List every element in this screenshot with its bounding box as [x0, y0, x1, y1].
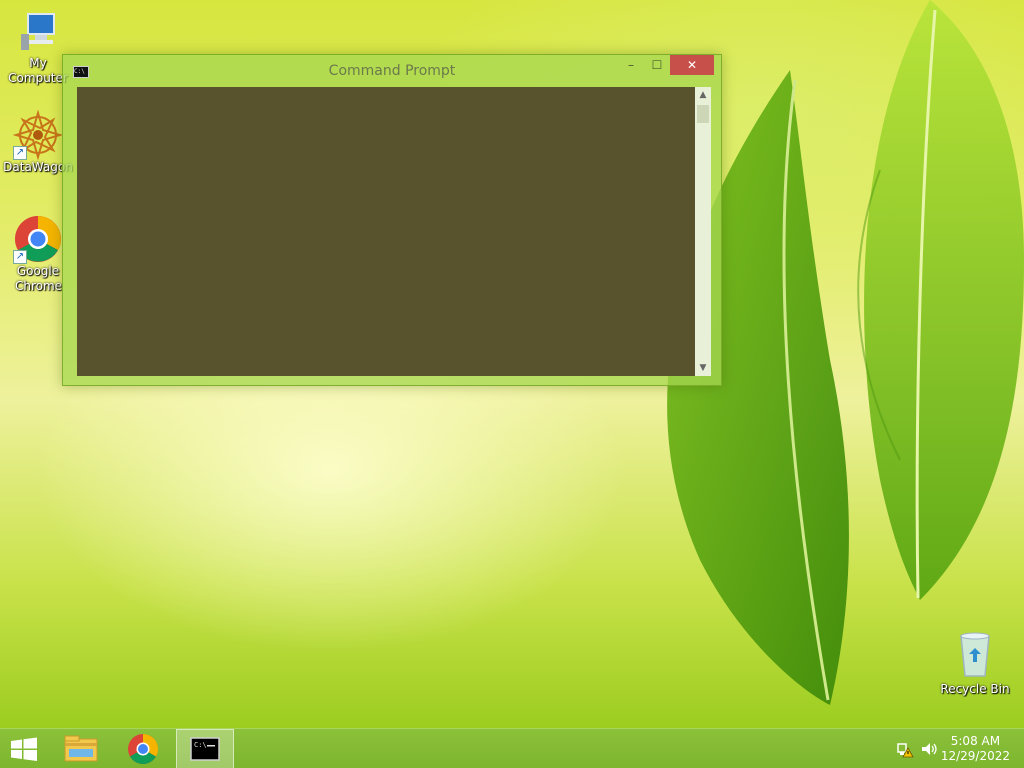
- close-button[interactable]: ✕: [670, 55, 714, 75]
- command-prompt-window[interactable]: C:\ Command Prompt – ☐ ✕ ▲ ▼: [62, 54, 722, 386]
- scroll-up-icon[interactable]: ▲: [695, 87, 711, 103]
- svg-text:C:\: C:\: [194, 741, 207, 749]
- volume-icon[interactable]: [920, 740, 938, 758]
- network-warning-icon[interactable]: [896, 740, 914, 758]
- taskbar-google-chrome[interactable]: [114, 729, 172, 768]
- scrollbar-thumb[interactable]: [697, 105, 709, 123]
- chrome-icon: [128, 734, 159, 765]
- scroll-down-icon[interactable]: ▼: [695, 360, 711, 376]
- console-output-area[interactable]: [77, 87, 695, 376]
- recycle-bin-icon: [960, 632, 990, 677]
- taskbar-file-explorer[interactable]: [52, 729, 110, 768]
- command-prompt-icon: C:\: [190, 737, 220, 761]
- maximize-button[interactable]: ☐: [644, 55, 670, 75]
- vertical-scrollbar[interactable]: ▲ ▼: [695, 87, 711, 376]
- shortcut-arrow-icon: ↗: [13, 250, 27, 264]
- system-tray: 5:08 AM 12/29/2022: [884, 729, 1024, 768]
- file-explorer-icon: [64, 735, 98, 762]
- clock-time: 5:08 AM: [950, 734, 1001, 748]
- taskbar-clock[interactable]: 5:08 AM 12/29/2022: [941, 734, 1010, 764]
- recycle-bin-label: Recycle Bin: [940, 682, 1010, 696]
- taskbar-command-prompt[interactable]: C:\: [176, 729, 234, 768]
- shortcut-arrow-icon: ↗: [13, 146, 27, 160]
- recycle-bin-shortcut[interactable]: Recycle Bin: [936, 630, 1014, 697]
- google-chrome-label: Google Chrome: [15, 264, 63, 293]
- start-button[interactable]: [0, 729, 48, 768]
- minimize-button[interactable]: –: [618, 55, 644, 75]
- taskbar: C:\ 5:08 AM 12/29/2022: [0, 728, 1024, 768]
- desktop-background: My Computer ↗ DataWagon ↗ Google Chrome …: [0, 0, 1024, 728]
- window-title-bar[interactable]: C:\ Command Prompt – ☐ ✕: [63, 55, 721, 87]
- computer-icon: [21, 13, 55, 50]
- clock-date: 12/29/2022: [940, 749, 1010, 763]
- windows-start-icon: [11, 737, 37, 761]
